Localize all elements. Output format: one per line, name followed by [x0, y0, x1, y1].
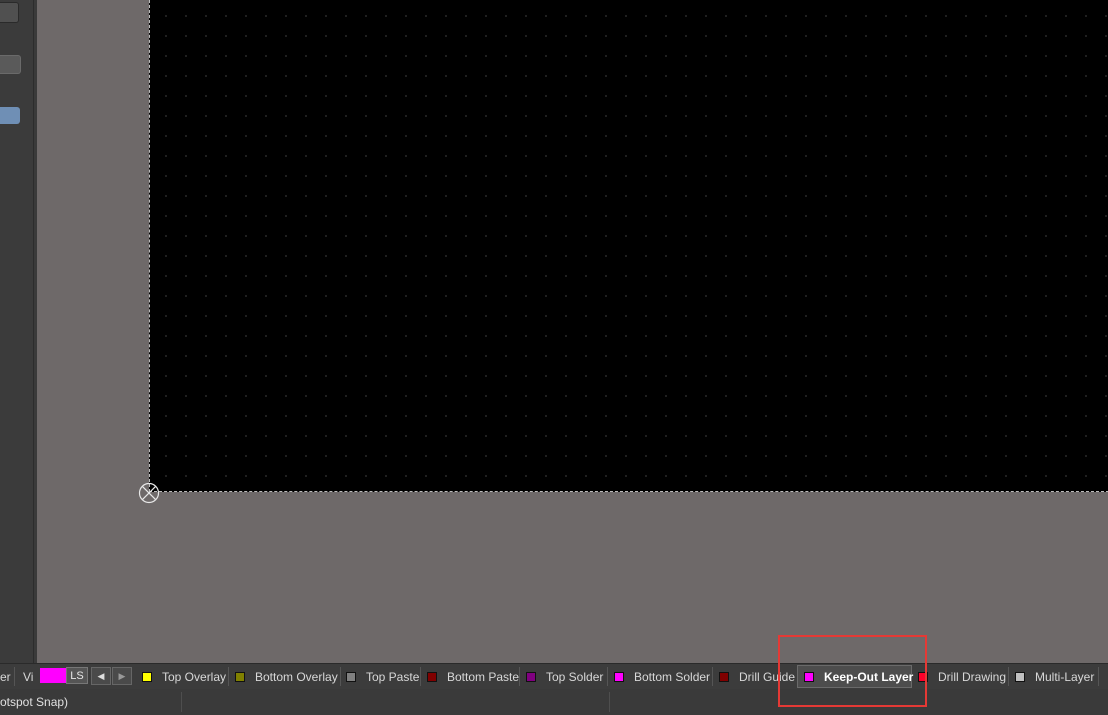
layer-tab-multi-layer[interactable]: Multi-Layer — [1015, 664, 1094, 689]
layer-color-swatch — [346, 671, 356, 682]
layer-tab-bottom-overlay[interactable]: Bottom Overlay — [235, 664, 338, 689]
layer-tab-label: Bottom Overlay — [255, 669, 338, 684]
status-bar: otspot Snap) — [0, 689, 1108, 715]
layer-set-button[interactable]: LS — [66, 667, 88, 684]
layer-tab-label: Drill Drawing — [938, 669, 1007, 684]
layer-color-swatch — [235, 671, 245, 682]
divider — [228, 667, 229, 686]
layer-tab-bottom-solder[interactable]: Bottom Solder — [614, 664, 710, 689]
layer-tab-top-overlay[interactable]: Top Overlay — [142, 664, 226, 689]
divider — [340, 667, 341, 686]
divider — [607, 667, 608, 686]
layer-color-swatch — [804, 671, 814, 682]
layer-tab-drill-drawing[interactable]: Drill Drawing — [918, 664, 1006, 689]
layer-tab-bottom-paste[interactable]: Bottom Paste — [427, 664, 519, 689]
pcb-board-area[interactable] — [149, 0, 1108, 492]
panel-selected-item[interactable] — [0, 107, 20, 124]
layer-tab-top-paste[interactable]: Top Paste — [346, 664, 419, 689]
partial-layer-label: er — [0, 669, 11, 684]
current-layer-swatch[interactable] — [40, 668, 66, 683]
divider — [14, 667, 15, 686]
layer-tab-label: Top Solder — [546, 669, 604, 684]
layer-tab-bar: er Vi LS ◀ ▶ Top Overlay Bottom Overlay … — [0, 663, 1108, 690]
status-divider — [609, 692, 610, 712]
partial-layer-tab[interactable]: er — [0, 664, 11, 689]
layer-tab-label: Top Paste — [366, 669, 420, 684]
layer-color-swatch — [614, 671, 624, 682]
pcb-workspace[interactable] — [37, 0, 1108, 663]
view-tab[interactable]: Vi — [23, 664, 33, 689]
status-snap-text: otspot Snap) — [0, 695, 69, 709]
panel-input-field[interactable] — [0, 55, 21, 74]
divider — [519, 667, 520, 686]
layer-color-swatch — [427, 671, 437, 682]
view-tab-label: Vi — [23, 669, 34, 684]
layer-tab-label: Drill Guide — [739, 669, 796, 684]
origin-marker-icon — [138, 482, 160, 504]
layer-tab-keep-out-layer[interactable]: Keep-Out Layer — [797, 665, 914, 688]
panel-control-button[interactable] — [0, 2, 19, 23]
layer-tab-label: Bottom Solder — [634, 669, 711, 684]
layer-color-swatch — [719, 671, 729, 682]
chevron-right-icon: ▶ — [118, 670, 126, 681]
divider — [420, 667, 421, 686]
layer-tab-top-solder[interactable]: Top Solder — [526, 664, 603, 689]
layer-color-swatch — [918, 671, 928, 682]
scroll-right-button[interactable]: ▶ — [112, 667, 132, 685]
divider — [712, 667, 713, 686]
layer-tab-label: Bottom Paste — [447, 669, 520, 684]
layer-color-swatch — [526, 671, 536, 682]
divider — [1098, 667, 1099, 686]
layer-tab-label: Keep-Out Layer — [824, 669, 914, 684]
layer-color-swatch — [142, 671, 152, 682]
layer-tab-drill-guide[interactable]: Drill Guide — [719, 664, 795, 689]
status-divider — [181, 692, 182, 712]
layer-tab-label: Multi-Layer — [1035, 669, 1095, 684]
divider — [1008, 667, 1009, 686]
layer-color-swatch — [1015, 671, 1025, 682]
left-panel — [0, 0, 34, 663]
layer-set-label: LS — [70, 669, 84, 682]
layer-tab-label: Top Overlay — [162, 669, 227, 684]
chevron-left-icon: ◀ — [97, 670, 105, 681]
scroll-left-button[interactable]: ◀ — [91, 667, 111, 685]
